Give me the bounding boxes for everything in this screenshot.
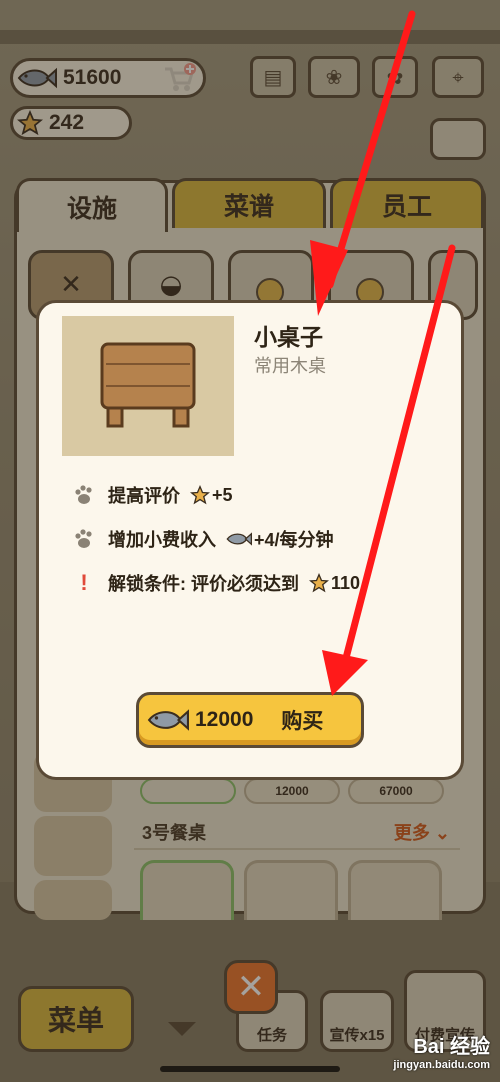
attribute-rating: 提高评价 +5 [72,482,233,508]
item-subtitle: 常用木桌 [254,356,326,376]
attribute-tip: 增加小费收入 +4/每分钟 [72,526,334,552]
small-table-image [62,316,234,456]
fish-icon [226,532,252,546]
attribute-text: 解锁条件: 评价必须达到 [108,574,299,594]
item-title: 小桌子 [254,324,323,350]
buy-label: 购买 [281,710,324,733]
paw-icon [75,529,92,548]
attribute-value: 110 [331,572,361,593]
fish-icon [147,709,189,731]
attribute-text: 提高评价 [108,486,180,506]
exclamation-icon: ! [80,570,88,595]
attribute-text: 增加小费收入 [108,530,216,550]
star-icon [190,485,210,505]
star-icon [309,573,329,593]
watermark-logo: Bai 经验 [413,1036,490,1058]
buy-price: 12000 [195,708,254,731]
home-indicator[interactable] [160,1066,340,1072]
watermark-url: jingyan.baidu.com [393,1059,490,1071]
buy-button[interactable]: 12000 购买 [136,692,364,748]
attribute-value: +5 [212,484,233,505]
paw-icon [75,485,92,504]
attribute-unlock: ! 解锁条件: 评价必须达到 110 [72,570,360,596]
watermark: Bai 经验 jingyan.baidu.com [393,1030,490,1071]
attribute-value: +4/每分钟 [254,530,334,550]
